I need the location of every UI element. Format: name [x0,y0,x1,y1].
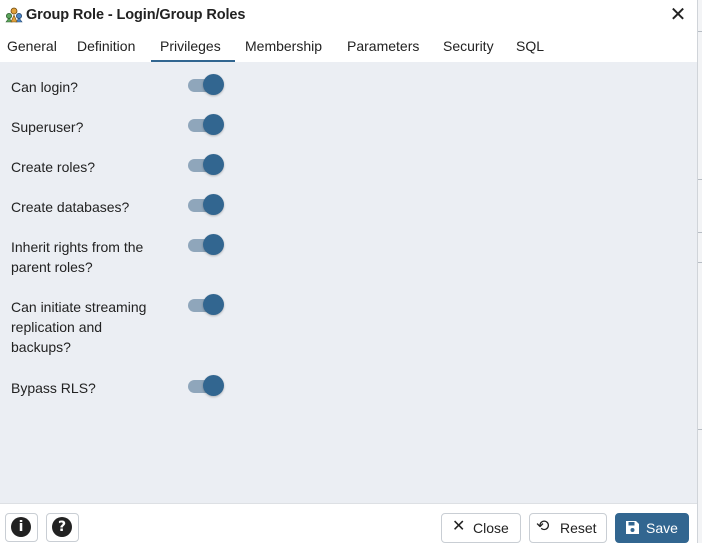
background-line [698,179,702,180]
inherit-rights-toggle[interactable] [188,234,224,256]
tab-membership[interactable]: Membership [245,38,322,54]
group-role-icon [5,7,23,23]
dialog-title: Group Role - Login/Group Roles [26,7,246,23]
floppy-disk-icon [626,521,639,534]
info-icon: i [11,517,31,537]
reset-icon: ⟲ [536,518,550,535]
close-button[interactable]: ✕ Close [441,513,521,543]
help-icon: ? [52,517,72,537]
background-line [698,232,702,233]
tab-general[interactable]: General [7,38,57,54]
bypass-rls-label: Bypass RLS? [11,380,96,396]
superuser-toggle[interactable] [188,114,224,136]
create-roles-toggle[interactable] [188,154,224,176]
close-icon: ✕ [452,518,466,535]
tab-bar: General Definition Privileges Membership… [0,32,697,63]
bypass-rls-toggle[interactable] [188,375,224,397]
tab-privileges[interactable]: Privileges [160,38,221,54]
group-role-dialog: Group Role - Login/Group Roles ✕ General… [0,0,698,544]
toggle-knob [203,294,224,315]
toggle-knob [203,234,224,255]
tab-security[interactable]: Security [443,38,494,54]
toggle-knob [203,154,224,175]
background-line [698,31,702,32]
help-button[interactable]: ? [46,513,79,542]
background-line [698,262,702,263]
dialog-footer: i ? ✕ Close ⟲ Reset Save [0,503,697,544]
can-login-label: Can login? [11,79,78,95]
save-button-label: Save [646,520,678,536]
tab-definition[interactable]: Definition [77,38,135,54]
create-roles-label: Create roles? [11,159,96,175]
privileges-panel: Can login? Superuser? Create roles? Crea… [0,62,697,503]
create-databases-label: Create databases? [11,199,130,215]
tab-parameters[interactable]: Parameters [347,38,419,54]
toggle-knob [203,194,224,215]
tab-sql[interactable]: SQL [516,38,544,54]
dialog-titlebar[interactable]: Group Role - Login/Group Roles ✕ [0,0,697,31]
replication-label: Can initiate streaming replication and b… [11,299,147,355]
inherit-rights-label: Inherit rights from the parent roles? [11,239,144,275]
reset-button[interactable]: ⟲ Reset [529,513,607,543]
toggle-knob [203,114,224,135]
close-button-label: Close [473,520,509,536]
close-dialog-icon[interactable]: ✕ [667,4,689,26]
info-button[interactable]: i [5,513,38,542]
save-button[interactable]: Save [615,513,689,543]
background-line [698,429,702,430]
superuser-label: Superuser? [11,119,84,135]
can-login-toggle[interactable] [188,74,224,96]
replication-toggle[interactable] [188,294,224,316]
toggle-knob [203,74,224,95]
background-window-edge [698,0,702,543]
reset-button-label: Reset [560,520,597,536]
toggle-knob [203,375,224,396]
create-databases-toggle[interactable] [188,194,224,216]
